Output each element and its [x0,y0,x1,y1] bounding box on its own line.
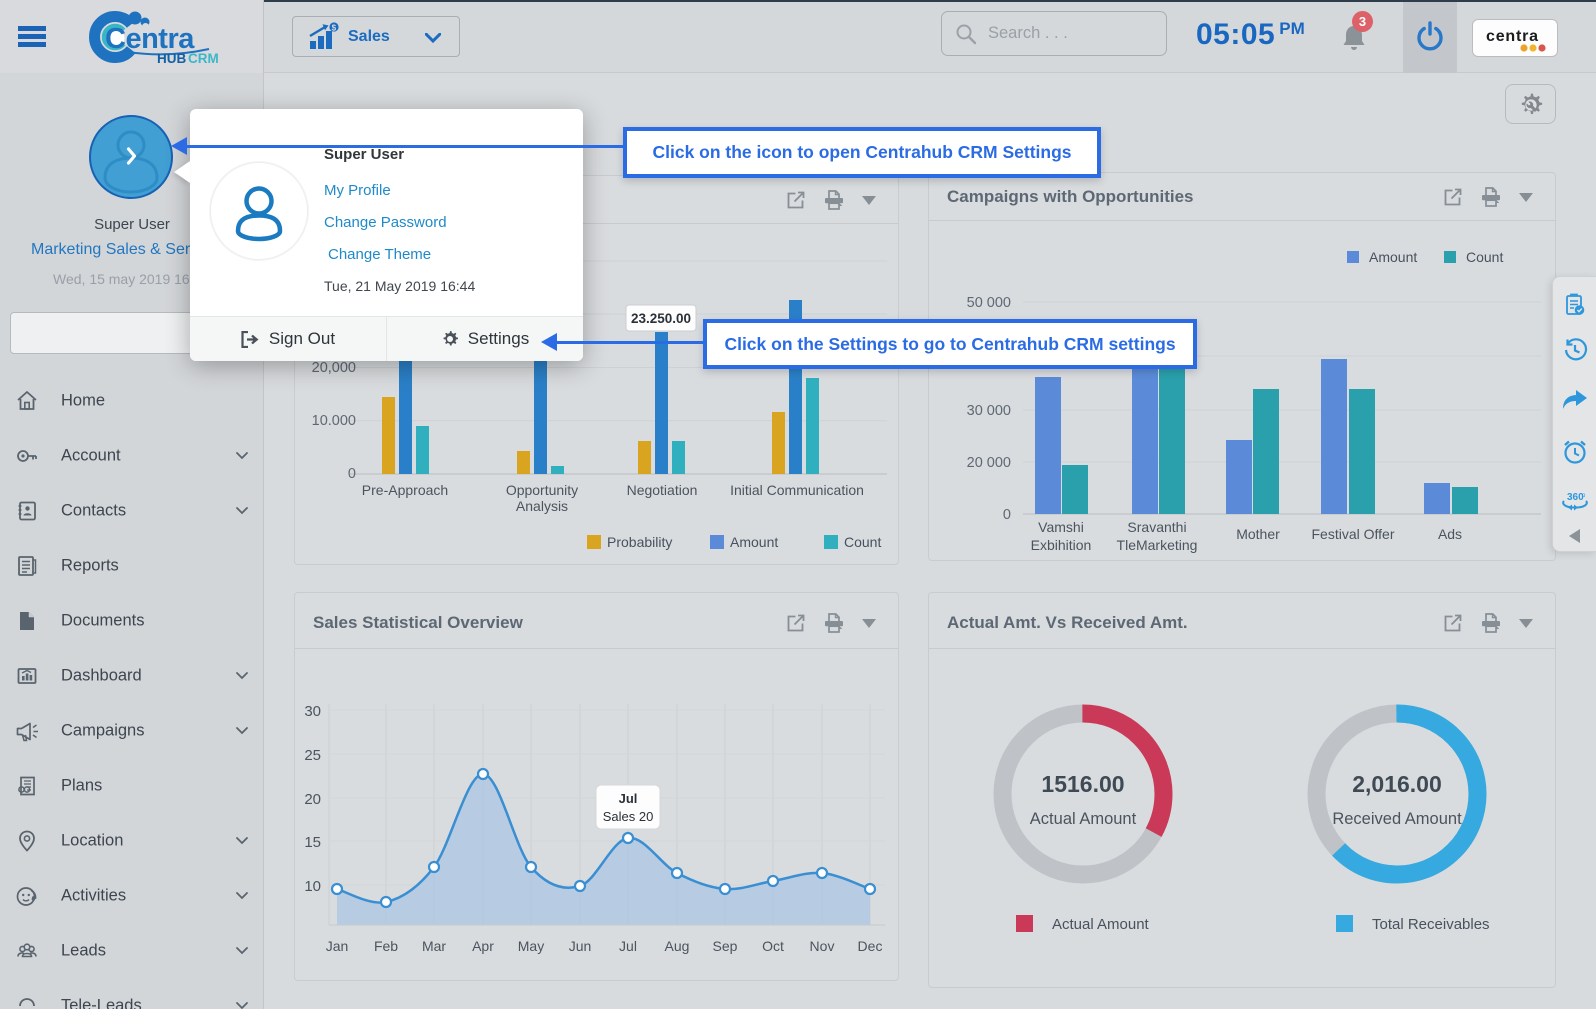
svg-text:Aug: Aug [665,938,690,954]
svg-text:Opportunity: Opportunity [506,482,578,498]
svg-text:Oct: Oct [762,938,784,954]
svg-text:Sravanthi: Sravanthi [1127,519,1186,535]
svg-text:Negotiation: Negotiation [627,482,698,498]
svg-text:May: May [518,938,544,954]
svg-text:$: $ [332,23,337,32]
svg-text:Vamshi: Vamshi [1038,519,1084,535]
svg-text:Jul: Jul [619,938,637,954]
svg-text:Festival Offer: Festival Offer [1312,526,1395,542]
svg-text:TleMarketing: TleMarketing [1117,537,1198,553]
svg-text:2,016.00: 2,016.00 [1352,771,1442,797]
svg-text:10: 10 [304,878,321,895]
svg-text:Count: Count [844,534,881,550]
svg-text:Probability: Probability [607,534,672,550]
svg-text:20,000: 20,000 [312,360,356,376]
svg-text:Sales 20: Sales 20 [603,809,654,824]
svg-text:Total Receivables: Total Receivables [1372,916,1490,933]
svg-text:Received Amount: Received Amount [1332,810,1462,828]
svg-text:30 000: 30 000 [967,403,1011,419]
svg-text:0: 0 [348,466,356,482]
svg-text:Count: Count [1466,249,1503,265]
svg-text:centra: centra [1486,28,1539,45]
svg-text:15: 15 [304,834,321,851]
svg-text:Ads: Ads [1438,526,1462,542]
svg-text:o: o [1582,493,1586,499]
svg-text:Apr: Apr [472,938,494,954]
svg-text:Analysis: Analysis [516,498,568,514]
svg-text:Actual Amount: Actual Amount [1052,916,1150,933]
svg-text:Amount: Amount [1369,249,1417,265]
svg-text:Sep: Sep [713,938,738,954]
svg-text:Pre-Approach: Pre-Approach [362,482,448,498]
svg-text:Actual Amount: Actual Amount [1030,810,1137,828]
svg-text:Jul: Jul [619,791,638,806]
svg-text:Amount: Amount [730,534,778,550]
svg-text:Mar: Mar [422,938,446,954]
svg-text:Nov: Nov [810,938,835,954]
svg-text:23.250.00: 23.250.00 [631,311,691,326]
svg-text:HUB: HUB [157,51,186,66]
svg-text:1516.00: 1516.00 [1041,771,1124,797]
svg-text:10.000: 10.000 [312,413,356,429]
svg-text:Exbihition: Exbihition [1031,537,1092,553]
svg-text:CRM: CRM [188,51,219,66]
svg-text:25: 25 [304,747,321,764]
svg-text:30: 30 [304,703,321,720]
svg-text:0: 0 [1003,507,1011,523]
svg-text:20 000: 20 000 [967,455,1011,471]
svg-text:Feb: Feb [374,938,398,954]
svg-text:Jan: Jan [326,938,349,954]
svg-text:Dec: Dec [858,938,883,954]
svg-text:Mother: Mother [1236,526,1280,542]
svg-text:Jun: Jun [569,938,592,954]
svg-text:Initial Communication: Initial Communication [730,482,864,498]
svg-text:20: 20 [304,791,321,808]
svg-text:50 000: 50 000 [967,295,1011,311]
